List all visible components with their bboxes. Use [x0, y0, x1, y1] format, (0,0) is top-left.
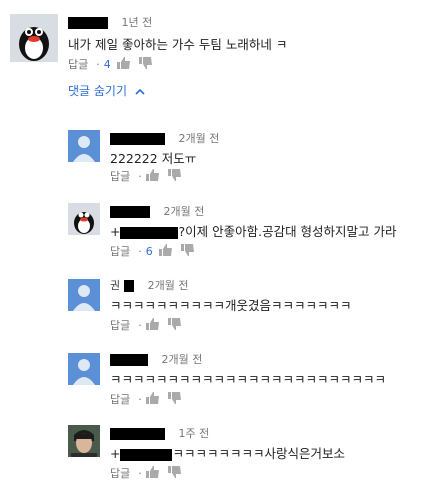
- comment-meta: 2개월 전: [110, 130, 219, 146]
- comment-text: + ㅋㅋㅋㅋㅋㅋㅋㅋ사랑식은거보소: [110, 443, 345, 462]
- comment-body: ?이제 안좋아함.공감대 형성하지말고 가라: [178, 224, 397, 239]
- avatar[interactable]: [68, 425, 100, 457]
- thumbs-up-icon[interactable]: [145, 168, 160, 184]
- comment-text: ㅋㅋㅋㅋㅋㅋㅋㅋㅋㅋ개웃겼음ㅋㅋㅋㅋㅋㅋㅋ: [110, 298, 352, 313]
- reply-button[interactable]: 답글: [110, 317, 130, 333]
- comment-time: 2개월 전: [161, 353, 203, 366]
- redacted-author: [124, 280, 135, 292]
- comment-meta: 1주 전: [110, 425, 209, 441]
- avatar[interactable]: [68, 130, 100, 162]
- chevron-up-icon: [135, 88, 145, 95]
- reply-button[interactable]: 답글: [110, 465, 130, 481]
- thumbs-up-icon[interactable]: [158, 243, 173, 259]
- reply-button[interactable]: 답글: [110, 243, 130, 259]
- comment-author[interactable]: 권: [110, 279, 120, 292]
- redacted-author: [110, 133, 165, 145]
- redacted-author: [68, 17, 108, 29]
- reply-button[interactable]: 답글: [110, 391, 130, 407]
- comment-text: + ?이제 안좋아함.공감대 형성하지말고 가라: [110, 221, 397, 240]
- separator-dot: ·: [138, 466, 142, 480]
- comment-time: 2개월 전: [163, 205, 205, 218]
- thumbs-down-icon[interactable]: [167, 317, 182, 333]
- comment-actions: 답글 · 6: [110, 243, 203, 259]
- comment-text: 222222 저도ㅠ: [110, 151, 197, 166]
- separator-dot: ·: [138, 392, 142, 406]
- comment-actions: 답글 ·: [110, 168, 190, 184]
- separator-dot: ·: [138, 318, 142, 332]
- avatar[interactable]: [68, 353, 100, 385]
- avatar[interactable]: [10, 14, 58, 62]
- redacted-mention: [120, 226, 179, 239]
- comment-body: ㅋㅋㅋㅋㅋㅋㅋㅋ사랑식은거보소: [172, 446, 345, 461]
- separator-dot: ·: [138, 244, 142, 258]
- comment-meta: 2개월 전: [110, 351, 202, 367]
- hide-replies-toggle[interactable]: 댓글 숨기기: [68, 82, 145, 99]
- comment-meta: 1년 전: [68, 14, 152, 30]
- thumbs-down-icon[interactable]: [167, 465, 182, 481]
- like-count: 6: [145, 244, 153, 258]
- thumbs-up-icon[interactable]: [145, 391, 160, 407]
- avatar[interactable]: [68, 279, 100, 311]
- comment-time: 1주 전: [178, 427, 210, 440]
- redacted-author: [110, 354, 148, 366]
- redacted-author: [110, 428, 165, 440]
- comment-meta: 권 2개월 전: [110, 277, 188, 293]
- thumbs-up-icon[interactable]: [145, 465, 160, 481]
- mention-prefix: +: [110, 224, 121, 239]
- thumbs-down-icon[interactable]: [180, 243, 195, 259]
- comment-time: 1년 전: [121, 16, 153, 29]
- comment-meta: 2개월 전: [110, 203, 204, 219]
- comment-actions: 답글 ·: [110, 391, 190, 407]
- thumbs-up-icon[interactable]: [116, 56, 131, 72]
- thumbs-down-icon[interactable]: [167, 391, 182, 407]
- redacted-author: [110, 206, 150, 218]
- redacted-mention: [120, 448, 173, 461]
- thumbs-down-icon[interactable]: [167, 168, 182, 184]
- reply-button[interactable]: 답글: [110, 168, 130, 184]
- comment-time: 2개월 전: [178, 132, 220, 145]
- reply-button[interactable]: 답글: [68, 56, 88, 72]
- avatar[interactable]: [68, 203, 100, 235]
- separator-dot: ·: [96, 57, 100, 71]
- mention-prefix: +: [110, 446, 121, 461]
- separator-dot: ·: [138, 169, 142, 183]
- thumbs-up-icon[interactable]: [145, 317, 160, 333]
- thumbs-down-icon[interactable]: [138, 56, 153, 72]
- comment-actions: 답글 ·: [110, 465, 190, 481]
- comment-actions: 답글 · 4: [68, 56, 161, 72]
- comment-time: 2개월 전: [147, 279, 189, 292]
- like-count: 4: [103, 57, 111, 71]
- hide-replies-label: 댓글 숨기기: [68, 84, 128, 98]
- comment-text: 내가 제일 좋아하는 가수 두팀 노래하네 ㅋ: [68, 37, 288, 52]
- comment-text: ㅋㅋㅋㅋㅋㅋㅋㅋㅋㅋㅋㅋㅋㅋㅋㅋㅋㅋㅋㅋㅋㅋㅋㅋ: [110, 372, 387, 387]
- comment-actions: 답글 ·: [110, 317, 190, 333]
